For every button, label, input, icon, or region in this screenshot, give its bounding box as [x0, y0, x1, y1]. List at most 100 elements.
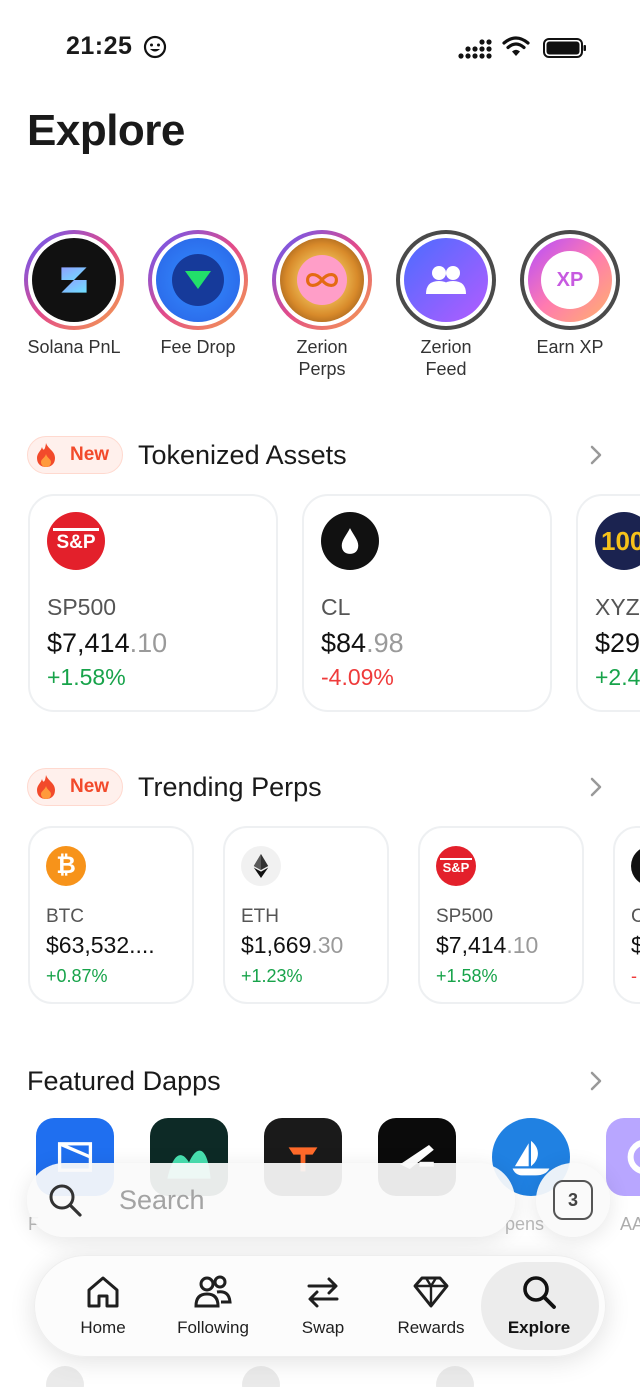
chevron-right-icon[interactable] — [589, 776, 603, 798]
trending-perps-header[interactable]: New Trending Perps — [27, 766, 617, 806]
asset-change: +1.58% — [47, 664, 126, 690]
asset-card-cl[interactable]: CL $84.98 -4.09% — [302, 494, 552, 712]
diamond-icon — [413, 1276, 449, 1308]
browser-tabs-button[interactable]: 3 — [536, 1163, 610, 1237]
nav-label: Rewards — [397, 1318, 465, 1337]
asset-card-sp500[interactable]: S&P SP500 $7,414.10 +1.58% — [28, 494, 278, 712]
tokenized-assets-carousel[interactable]: S&P SP500 $7,414.10 +1.58% CL $84.98 -4.… — [0, 494, 640, 716]
new-badge: New — [27, 768, 123, 806]
story-solana-pnl[interactable]: Solana PnL — [12, 230, 136, 358]
cellular-signal-icon — [458, 39, 492, 59]
story-label: Zerion Feed — [420, 337, 472, 379]
perp-price: $ — [631, 932, 640, 958]
perp-symbol: SP500 — [436, 906, 494, 927]
nav-label: Following — [177, 1318, 249, 1337]
home-icon — [87, 1276, 119, 1308]
search-input[interactable] — [119, 1184, 419, 1216]
perp-change: - — [631, 966, 637, 986]
new-badge-label: New — [70, 444, 110, 465]
chevron-right-icon[interactable] — [589, 1070, 603, 1092]
perp-card-btc[interactable]: ₿ BTC $63,532.... +0.87% — [28, 826, 194, 1004]
perp-card-partial[interactable]: C $ - — [613, 826, 640, 1004]
story-label: Earn XP — [536, 337, 604, 357]
perp-change: +0.87% — [46, 966, 108, 986]
wifi-icon — [502, 36, 530, 56]
nav-home[interactable]: Home — [49, 1256, 157, 1358]
token-logo-icon — [631, 846, 640, 886]
status-time: 21:25 — [66, 32, 133, 60]
status-bar: 21:25 — [0, 0, 640, 90]
stories-row: Solana PnL Fee Drop Zerion Perps Zerion … — [0, 230, 640, 390]
asset-symbol: XYZ — [595, 594, 640, 620]
swap-icon — [307, 1277, 339, 1308]
perp-card-sp500[interactable]: S&P SP500 $7,414.10 +1.58% — [418, 826, 584, 1004]
battery-icon — [543, 38, 586, 58]
nav-label: Explore — [507, 1318, 571, 1337]
story-label: Solana PnL — [27, 337, 121, 357]
trending-perps-carousel[interactable]: ₿ BTC $63,532.... +0.87% ETH $1,669.30 +… — [0, 826, 640, 1008]
search-icon — [523, 1276, 556, 1309]
sp500-logo-icon: S&P — [47, 512, 105, 570]
story-earn-xp[interactable]: XP Earn XP — [508, 230, 632, 358]
featured-dapps-header[interactable]: Featured Dapps — [27, 1060, 617, 1100]
nav-explore[interactable]: Explore — [485, 1256, 593, 1358]
tokenized-assets-header[interactable]: New Tokenized Assets — [27, 434, 617, 474]
ethereum-icon — [241, 846, 281, 886]
story-zerion-feed[interactable]: Zerion Feed — [384, 230, 508, 380]
infinity-icon — [306, 273, 338, 287]
asset-price: $84.98 — [321, 628, 404, 658]
asset-symbol: SP500 — [47, 594, 117, 620]
perp-symbol: BTC — [46, 906, 84, 927]
story-zerion-perps[interactable]: Zerion Perps — [260, 230, 384, 380]
story-label: Zerion Perps — [296, 337, 348, 379]
bitcoin-icon: ₿ — [46, 846, 86, 886]
tabs-count: 3 — [553, 1180, 593, 1220]
dapp-purple-app-icon[interactable] — [606, 1118, 640, 1196]
perp-change: +1.58% — [436, 966, 498, 986]
search-icon — [49, 1184, 82, 1217]
asset-change: +2.4 — [595, 664, 640, 690]
perp-change: +1.23% — [241, 966, 303, 986]
users-icon — [426, 266, 466, 294]
new-badge-label: New — [70, 776, 110, 797]
dapp-label: AA — [620, 1214, 640, 1234]
new-badge: New — [27, 436, 123, 474]
nav-label: Home — [80, 1318, 126, 1337]
smiley-face-icon — [143, 35, 167, 59]
asset-symbol: CL — [321, 594, 351, 620]
nav-following[interactable]: Following — [159, 1256, 267, 1358]
oil-drop-icon — [321, 512, 379, 570]
section-title: Trending Perps — [138, 772, 322, 802]
asset-change: -4.09% — [321, 664, 394, 690]
asset-price: $7,414.10 — [47, 628, 168, 658]
search-bar[interactable] — [27, 1163, 515, 1237]
asset-price: $29 — [595, 628, 640, 658]
flame-icon — [37, 775, 55, 799]
section-title: Tokenized Assets — [138, 440, 347, 470]
perp-price: $1,669.30 — [241, 932, 344, 958]
sp500-logo-icon: S&P — [436, 846, 476, 886]
perp-price: $7,414.10 — [436, 932, 539, 958]
nav-label: Swap — [301, 1318, 345, 1337]
story-label: Fee Drop — [160, 337, 236, 357]
faded-list-preview — [0, 1362, 640, 1387]
perp-symbol: ETH — [241, 906, 279, 927]
nasdaq-100-logo-icon: 100 — [595, 512, 640, 570]
chevron-right-icon[interactable] — [589, 444, 603, 466]
perp-card-eth[interactable]: ETH $1,669.30 +1.23% — [223, 826, 389, 1004]
nav-rewards[interactable]: Rewards — [377, 1256, 485, 1358]
nav-swap[interactable]: Swap — [269, 1256, 377, 1358]
perp-price: $63,532.... — [46, 932, 155, 958]
perp-symbol: C — [631, 906, 640, 927]
section-title: Featured Dapps — [27, 1066, 221, 1096]
xp-icon: XP — [541, 251, 599, 309]
dapp-label: pens — [505, 1214, 545, 1234]
fee-drop-icon — [185, 271, 211, 289]
solana-pnl-icon — [61, 267, 87, 293]
bottom-nav: Home Following Swap Rewards Explore — [34, 1255, 606, 1357]
story-fee-drop[interactable]: Fee Drop — [136, 230, 260, 358]
page-title: Explore — [27, 106, 185, 155]
asset-card-xyz[interactable]: 100 XYZ $29 +2.4 — [576, 494, 640, 712]
following-icon — [194, 1275, 232, 1308]
flame-icon — [37, 443, 55, 467]
